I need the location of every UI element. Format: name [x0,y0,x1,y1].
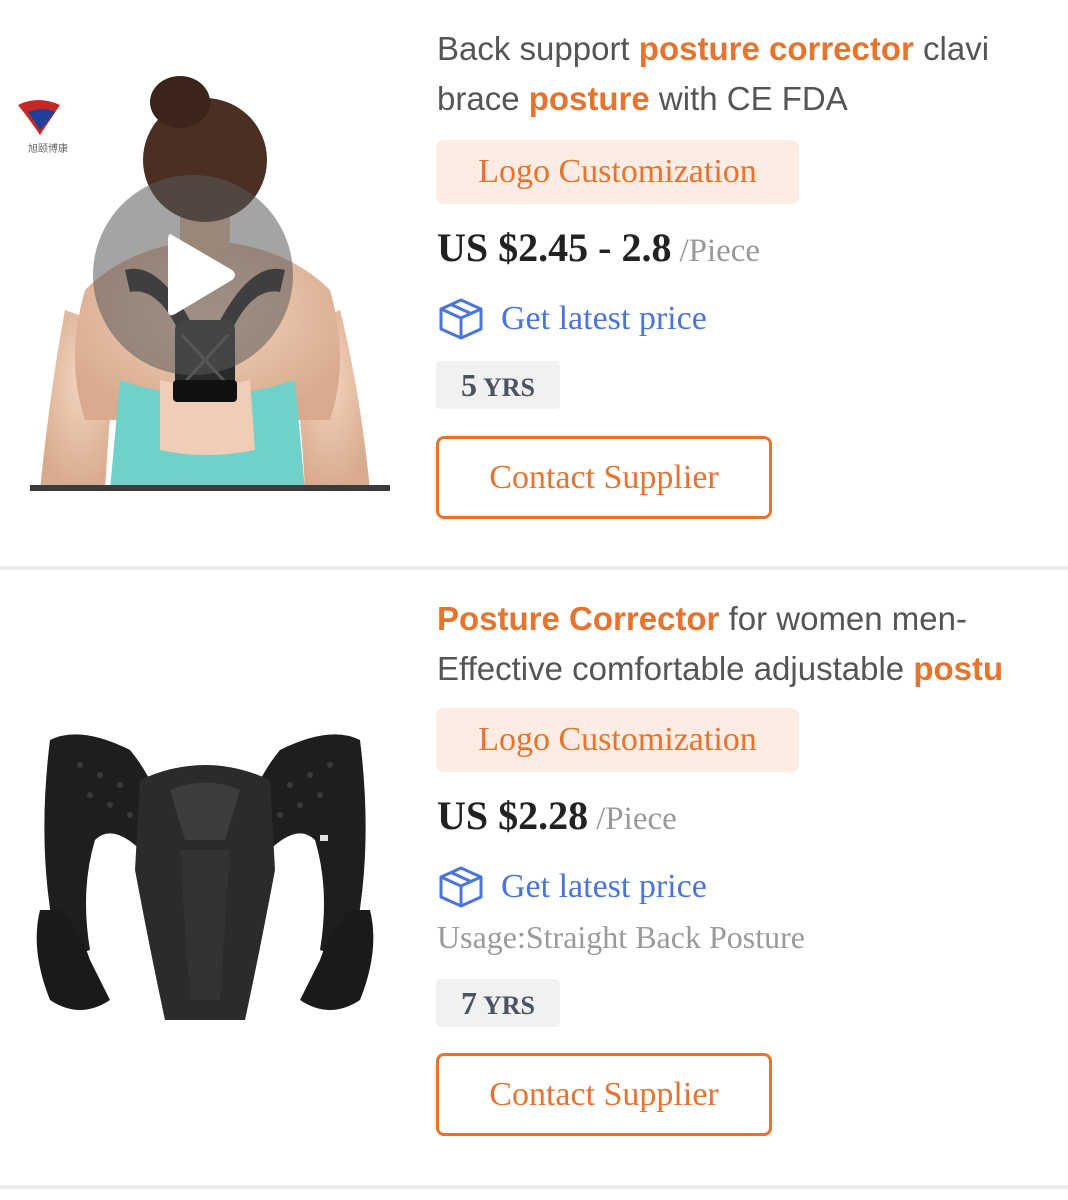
product-image[interactable]: 旭颐博康 [10,60,395,500]
title-text: Effective comfortable adjustable [437,650,914,687]
contact-supplier-button[interactable]: Contact Supplier [436,1053,772,1136]
product-title[interactable]: Back support posture corrector clavi bra… [437,24,1068,124]
get-latest-price-link[interactable]: Get latest price [437,295,707,343]
title-keyword: Posture Corrector [437,600,720,637]
title-text: for women men- [719,600,967,637]
price-unit: /Piece [679,233,761,269]
box-icon [439,298,483,340]
logo-customization-tag: Logo Customization [436,140,799,204]
title-text: clavi [913,30,990,67]
supplier-years-badge: 7 YRS [436,979,560,1027]
price-unit: /Piece [596,801,677,837]
years-unit: YRS [482,991,535,1020]
years-number: 5 [460,367,477,403]
title-keyword: posture corrector [638,30,914,67]
get-latest-price-label: Get latest price [501,300,707,337]
title-text: Back support [437,30,639,67]
card-divider [0,1185,1068,1189]
box-icon [439,866,483,908]
product-card[interactable]: 旭颐博康 Back support posture corrector clav… [0,0,1068,567]
product-card[interactable]: Posture Corrector for women men- Effecti… [0,570,1068,1185]
get-latest-price-link[interactable]: Get latest price [437,863,707,911]
title-line-1: Back support posture corrector clavi [437,24,1068,74]
product-image[interactable] [20,720,390,1050]
title-line-2: Effective comfortable adjustable postu [437,644,1068,694]
usage-attribute: Usage:Straight Back Posture [437,919,805,955]
logo-customization-tag: Logo Customization [436,708,799,772]
contact-supplier-button[interactable]: Contact Supplier [436,436,772,519]
product-title[interactable]: Posture Corrector for women men- Effecti… [437,594,1068,694]
title-text: with CE FDA [649,80,848,117]
price-row: US $2.28/Piece [437,792,677,839]
title-keyword: postu [913,650,1004,687]
title-line-1: Posture Corrector for women men- [437,594,1068,644]
play-icon [93,175,293,375]
title-keyword: posture [528,80,650,117]
supplier-years-badge: 5 YRS [436,361,560,409]
title-text: brace [437,80,529,117]
woman-posture-photo: 旭颐博康 [10,60,395,500]
years-number: 7 [460,985,477,1021]
title-line-2: brace posture with CE FDA [437,74,1068,124]
price-value: US $2.28 [437,793,589,838]
svg-text:旭颐博康: 旭颐博康 [28,142,68,155]
years-unit: YRS [482,373,535,402]
price-row: US $2.45 - 2.8/Piece [437,224,760,271]
price-value: US $2.45 - 2.8 [437,225,672,270]
get-latest-price-label: Get latest price [501,868,707,905]
black-brace-photo [20,720,390,1050]
